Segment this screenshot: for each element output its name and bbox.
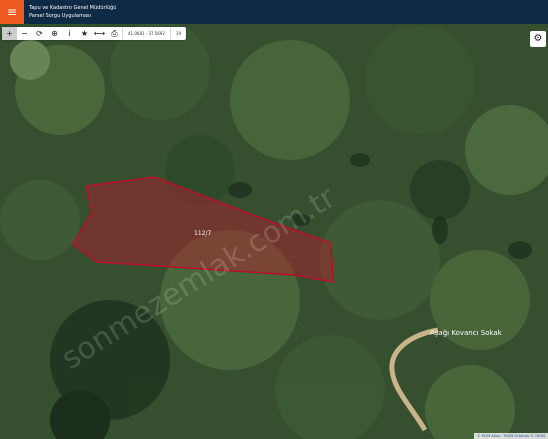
info-icon[interactable]: i xyxy=(62,27,77,40)
star-icon[interactable]: ★ xyxy=(77,27,92,40)
menu-icon[interactable]: ≡ xyxy=(0,0,24,24)
street-label: Aşağı Kovancı Sokak xyxy=(430,329,503,337)
coordinate-readout: 41.0681 · 37.5692 xyxy=(122,27,171,40)
map-attribution: © HGM Atlas · TKGM Ortofoto © TKGM xyxy=(474,433,548,439)
map-canvas[interactable]: 112/7 Aşağı Kovancı Sokak sonmezemlak.co… xyxy=(0,24,548,439)
satellite-map[interactable]: 112/7 Aşağı Kovancı Sokak sonmezemlak.co… xyxy=(0,24,548,439)
app-title: Tapu ve Kadastro Genel Müdürlüğü Parsel … xyxy=(29,4,116,20)
zoom-in-icon[interactable]: + xyxy=(2,27,17,40)
print-icon[interactable]: ⎙ xyxy=(107,27,122,40)
map-toolbar: + − ⟳ ⊕ i ★ ⟷ ⎙ 41.0681 · 37.5692 19 xyxy=(2,27,186,40)
locate-icon[interactable]: ⊕ xyxy=(47,27,62,40)
parcel-label: 112/7 xyxy=(194,230,211,237)
title-line2: Parsel Sorgu Uygulaması xyxy=(29,13,92,19)
gear-icon[interactable]: ⚙ xyxy=(530,31,546,47)
measure-icon[interactable]: ⟷ xyxy=(92,27,107,40)
zoom-out-icon[interactable]: − xyxy=(17,27,32,40)
refresh-icon[interactable]: ⟳ xyxy=(32,27,47,40)
app-header: ≡ Tapu ve Kadastro Genel Müdürlüğü Parse… xyxy=(0,0,548,24)
zoom-level: 19 xyxy=(175,31,181,36)
title-line1: Tapu ve Kadastro Genel Müdürlüğü xyxy=(29,5,117,11)
